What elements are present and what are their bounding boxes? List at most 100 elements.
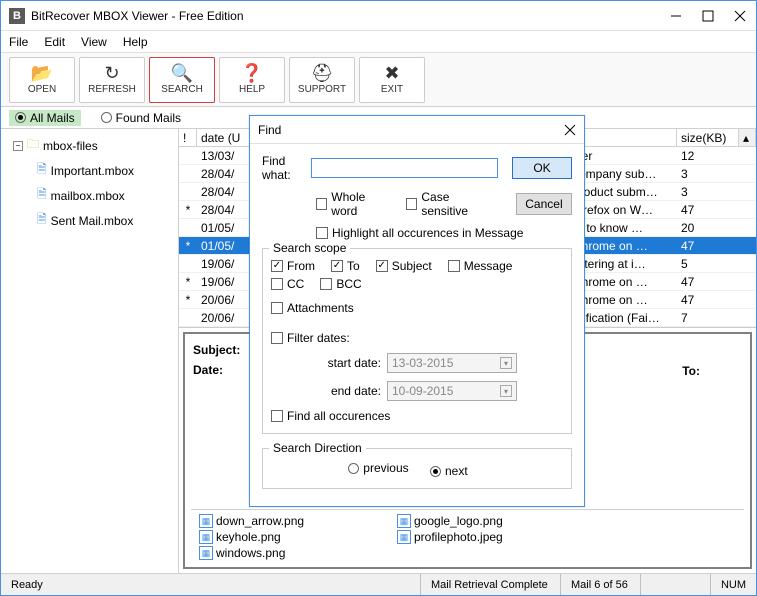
dropdown-icon[interactable]: ▾ (500, 385, 512, 397)
menu-edit[interactable]: Edit (44, 35, 65, 49)
find-dialog-titlebar[interactable]: Find (250, 116, 584, 144)
toolbar-label: REFRESH (88, 84, 136, 95)
preview-to-label: To: (682, 364, 700, 378)
row-mark: * (179, 293, 197, 307)
direction-next-radio[interactable]: next (430, 464, 468, 478)
tree-root-label: mbox-files (43, 139, 98, 153)
collapse-icon[interactable]: − (13, 141, 23, 151)
row-subject: company sub… (569, 167, 677, 181)
row-size: 47 (677, 293, 739, 307)
row-size: 3 (677, 185, 739, 199)
scroll-up-icon[interactable]: ▴ (739, 129, 756, 146)
row-size: 47 (677, 203, 739, 217)
search-direction-fieldset: Search Direction previous next (262, 448, 572, 489)
search-direction-legend: Search Direction (269, 441, 366, 455)
col-mark-header[interactable]: ! (179, 129, 197, 146)
menu-view[interactable]: View (81, 35, 107, 49)
find-what-input[interactable] (311, 158, 498, 178)
start-date-input[interactable]: 13-03-2015▾ (387, 353, 517, 373)
row-mark: * (179, 203, 197, 217)
status-retrieval: Mail Retrieval Complete (421, 574, 561, 595)
tree-item[interactable]: 🗎Important.mbox (7, 158, 172, 183)
ok-button[interactable]: OK (512, 157, 572, 179)
attachment-item[interactable]: ▦down_arrow.png (199, 514, 379, 528)
toolbar-label: OPEN (28, 84, 56, 95)
toolbar-label: EXIT (381, 84, 403, 95)
find-what-label: Find what: (262, 154, 305, 182)
exit-button[interactable]: ✖ EXIT (359, 57, 425, 103)
row-size: 47 (677, 275, 739, 289)
minimize-button[interactable] (668, 8, 684, 24)
close-button[interactable] (732, 8, 748, 24)
filter-all-mails[interactable]: All Mails (9, 110, 81, 126)
folder-icon: 🗀 (27, 135, 39, 156)
attachment-item[interactable]: ▦keyhole.png (199, 530, 379, 544)
row-mark: * (179, 239, 197, 253)
row-size: 7 (677, 311, 739, 325)
refresh-icon: ↻ (104, 64, 119, 82)
direction-previous-radio[interactable]: previous (348, 461, 408, 475)
open-button[interactable]: 📂OPEN (9, 57, 75, 103)
col-size-header[interactable]: size(KB) (677, 129, 739, 146)
help-button[interactable]: ❓HELP (219, 57, 285, 103)
search-scope-fieldset: Search scope From To Subject Message CC … (262, 248, 572, 434)
attachment-item[interactable]: ▦google_logo.png (397, 514, 577, 528)
find-dialog-title: Find (258, 123, 564, 137)
attachment-icon: ▦ (397, 514, 411, 528)
highlight-checkbox[interactable]: Highlight all occurences in Message (316, 226, 523, 240)
row-subject: Chrome on … (569, 275, 677, 289)
folder-tree: − 🗀 mbox-files 🗎Important.mbox🗎 mailbox.m… (1, 129, 179, 573)
row-subject: Chrome on … (569, 239, 677, 253)
row-subject: product subm… (569, 185, 677, 199)
filter-dates-checkbox[interactable]: Filter dates: (271, 331, 350, 345)
preview-subject-label: Subject: (193, 343, 251, 357)
case-sensitive-checkbox[interactable]: Case sensitive (406, 190, 494, 218)
scope-cc-checkbox[interactable]: CC (271, 277, 304, 291)
find-dialog: Find Find what: OK Whole word Case sensi… (249, 115, 585, 507)
scope-from-checkbox[interactable]: From (271, 259, 315, 273)
status-mailcount: Mail 6 of 56 (561, 574, 641, 595)
find-dialog-close-icon[interactable] (564, 124, 576, 136)
menu-help[interactable]: Help (123, 35, 148, 49)
tree-item[interactable]: 🗎Sent Mail.mbox (7, 208, 172, 233)
exit-icon: ✖ (384, 64, 399, 82)
tree-item[interactable]: 🗎 mailbox.mbox (7, 183, 172, 208)
whole-word-checkbox[interactable]: Whole word (316, 190, 390, 218)
file-icon: 🗎 (37, 185, 47, 206)
attachment-item[interactable]: ▦windows.png (199, 546, 379, 560)
search-button[interactable]: 🔍SEARCH (149, 57, 215, 103)
filter-found-mails[interactable]: Found Mails (95, 110, 187, 126)
end-date-label: end date: (271, 384, 381, 398)
row-subject: nt to know … (569, 221, 677, 235)
row-subject: Chrome on … (569, 293, 677, 307)
row-subject: otification (Fai… (569, 311, 677, 325)
attachment-name: profilephoto.jpeg (414, 530, 503, 544)
scope-subject-checkbox[interactable]: Subject (376, 259, 432, 273)
row-size: 12 (677, 149, 739, 163)
scope-to-checkbox[interactable]: To (331, 259, 360, 273)
preview-date-label: Date: (193, 363, 251, 377)
attachment-icon: ▦ (397, 530, 411, 544)
find-all-checkbox[interactable]: Find all occurences (271, 409, 390, 423)
tree-root[interactable]: − 🗀 mbox-files (7, 133, 172, 158)
tree-item-label: mailbox.mbox (51, 189, 125, 203)
menu-file[interactable]: File (9, 35, 28, 49)
attachments-checkbox[interactable]: Attachments (271, 301, 354, 315)
attachments-bar: ▦down_arrow.png ▦google_logo.png ▦keyhole.… (191, 509, 744, 561)
scope-bcc-checkbox[interactable]: BCC (320, 277, 361, 291)
attachment-icon: ▦ (199, 530, 213, 544)
scope-message-checkbox[interactable]: Message (448, 259, 513, 273)
row-size: 5 (677, 257, 739, 271)
end-date-input[interactable]: 10-09-2015▾ (387, 381, 517, 401)
cancel-button[interactable]: Cancel (516, 193, 572, 215)
status-ready: Ready (1, 574, 421, 595)
refresh-button[interactable]: ↻ REFRESH (79, 57, 145, 103)
support-button[interactable]: ⛑SUPPORT (289, 57, 355, 103)
attachment-icon: ▦ (199, 514, 213, 528)
tree-item-label: Important.mbox (51, 164, 134, 178)
dropdown-icon[interactable]: ▾ (500, 357, 512, 369)
maximize-button[interactable] (700, 8, 716, 24)
status-num: NUM (711, 574, 756, 595)
attachment-item[interactable]: ▦profilephoto.jpeg (397, 530, 577, 544)
titlebar: B BitRecover MBOX Viewer - Free Edition (1, 1, 756, 31)
